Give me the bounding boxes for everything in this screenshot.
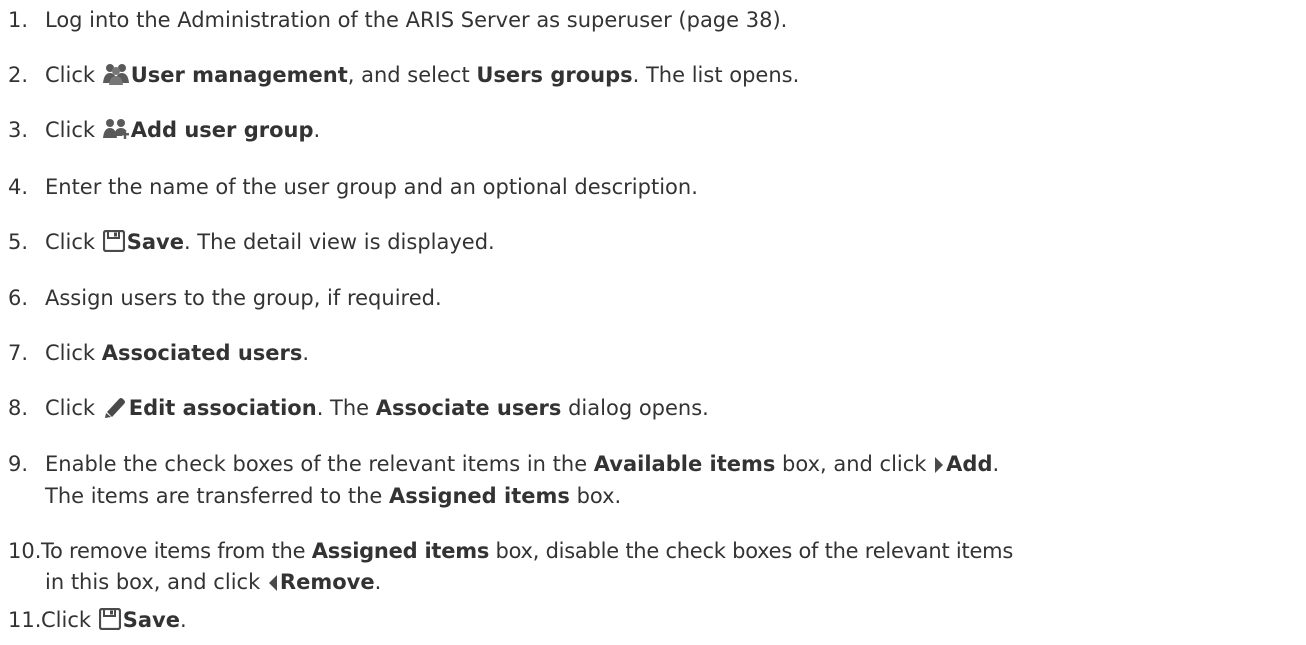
step-number: 4. (8, 175, 29, 199)
step-text: To remove items from the Assigned items … (41, 539, 1014, 563)
step-number: 3. (8, 118, 29, 142)
step-number: 2. (8, 63, 29, 87)
step-text: Click User management, and select Users … (45, 63, 800, 87)
step-text: Click Add user group. (45, 118, 321, 142)
step-text: Enter the name of the user group and an … (45, 175, 698, 199)
step-text: The items are transferred to the Assigne… (45, 484, 622, 508)
step-text: Click Save. The detail view is displayed… (45, 230, 495, 254)
step-number: 5. (8, 230, 29, 254)
arrow-right-icon (934, 456, 944, 474)
step-number: 1. (8, 8, 29, 32)
step-text: Enable the check boxes of the relevant i… (45, 452, 1000, 476)
save-icon (98, 608, 121, 630)
step-number: 6. (8, 286, 29, 310)
step-number: 8. (8, 396, 29, 420)
save-icon (102, 230, 125, 252)
step-number: 11. (8, 608, 42, 632)
step-text: Click Associated users. (45, 341, 310, 365)
pencil-icon (103, 396, 127, 418)
instruction-list: 1. Log into the Administration of the AR… (0, 0, 1306, 645)
step-text: Click Edit association. The Associate us… (45, 396, 709, 420)
step-number: 10. (8, 539, 42, 563)
step-number: 7. (8, 341, 29, 365)
arrow-left-icon (268, 574, 278, 592)
step-text: in this box, and click Remove. (45, 570, 382, 594)
step-text: Log into the Administration of the ARIS … (45, 8, 788, 32)
step-number: 9. (8, 452, 29, 476)
step-text: Click Save. (41, 608, 187, 632)
user-management-icon (102, 63, 129, 85)
add-user-group-icon (102, 118, 129, 140)
step-text: Assign users to the group, if required. (45, 286, 442, 310)
